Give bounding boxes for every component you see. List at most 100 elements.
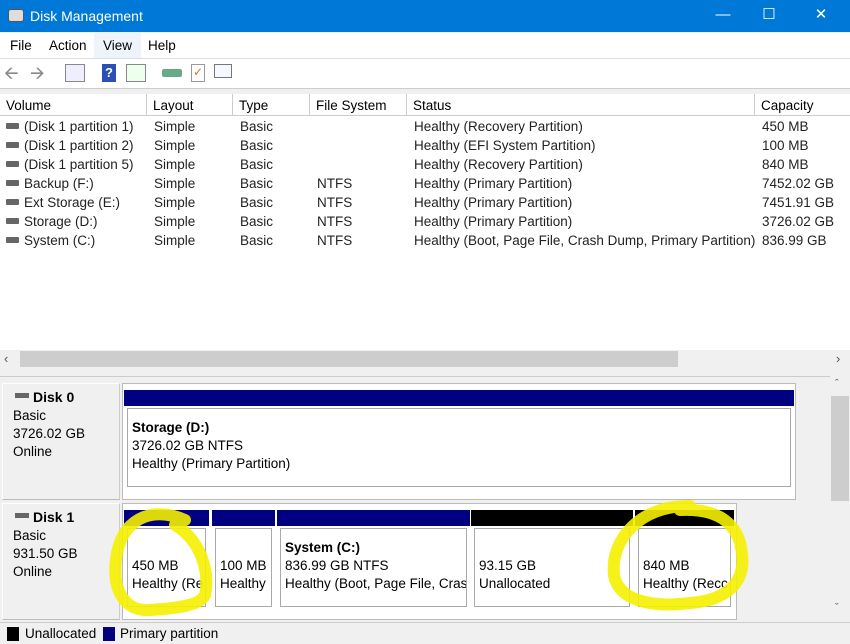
help-icon[interactable]: ? [102, 64, 116, 82]
disk-type: Basic [13, 528, 47, 543]
cell-layout: Simple [154, 119, 196, 134]
cell-capacity: 836.99 GB [762, 233, 827, 248]
scroll-left-icon[interactable]: ‹ [4, 351, 8, 366]
scrollbar-thumb[interactable] [831, 396, 849, 501]
scroll-down-icon[interactable]: ˇ [835, 602, 839, 614]
volume-icon [6, 161, 19, 167]
volume-icon [6, 142, 19, 148]
column-header-capacity[interactable]: Capacity [755, 94, 850, 116]
partition[interactable]: 840 MB Healthy (Recc [635, 510, 734, 609]
menu-bar: File Action View Help [0, 33, 850, 59]
back-icon[interactable]: 🡨 [4, 64, 24, 82]
volume-list: Volume Layout Type File System Status Ca… [0, 94, 850, 350]
disk-management-icon [8, 9, 24, 22]
close-button[interactable]: ✕ [798, 0, 844, 32]
partition-details: 840 MB Healthy (Recc [638, 528, 731, 607]
cell-volume: (Disk 1 partition 1) [24, 119, 134, 134]
cell-type: Basic [240, 195, 274, 210]
disk-1-label[interactable]: Disk 1 Basic 931.50 GB Online [2, 503, 120, 620]
column-header-file-system[interactable]: File System [310, 94, 407, 116]
column-header-volume[interactable]: Volume [0, 94, 147, 116]
cell-capacity: 7452.02 GB [762, 176, 835, 191]
partition-status: Healthy (Recc [643, 576, 728, 591]
cell-status: Healthy (Boot, Page File, Crash Dump, Pr… [414, 233, 756, 248]
partition-status: Healthy (Primary Partition) [132, 456, 291, 471]
scroll-right-icon[interactable]: › [836, 351, 840, 366]
partition-details: 100 MB Healthy [215, 528, 272, 607]
toolbar: 🡨 🡪 ? ✓ [0, 59, 850, 89]
partition-details: System (C:) 836.99 GB NTFS Healthy (Boot… [280, 528, 467, 607]
partition[interactable]: 450 MB Healthy (Re [124, 510, 209, 609]
cell-type: Basic [240, 176, 274, 191]
maximize-button[interactable]: ☐ [746, 0, 792, 32]
partition-bar [124, 510, 209, 526]
volume-icon [6, 237, 19, 243]
cell-volume: System (C:) [24, 233, 96, 248]
cell-status: Healthy (Primary Partition) [414, 214, 573, 229]
table-row[interactable]: (Disk 1 partition 5) Simple Basic Healthy (… [0, 156, 850, 175]
list-icon[interactable] [214, 64, 232, 78]
connect-icon[interactable] [162, 69, 182, 77]
forward-icon[interactable]: 🡪 [30, 64, 50, 82]
menu-help[interactable]: Help [148, 38, 176, 53]
partition[interactable]: 93.15 GB Unallocated [471, 510, 633, 609]
column-header-type[interactable]: Type [233, 94, 310, 116]
cell-layout: Simple [154, 138, 196, 153]
partition-status: Healthy (Re [132, 576, 204, 591]
cell-volume: Ext Storage (E:) [24, 195, 121, 210]
column-header-layout[interactable]: Layout [147, 94, 233, 116]
legend-swatch-primary [103, 627, 115, 641]
cell-volume: (Disk 1 partition 2) [24, 138, 134, 153]
disk-icon [15, 393, 29, 398]
column-header-status[interactable]: Status [407, 94, 755, 116]
cell-capacity: 7451.91 GB [762, 195, 835, 210]
table-row[interactable]: (Disk 1 partition 2) Simple Basic Healthy (… [0, 137, 850, 156]
properties-icon[interactable]: ✓ [191, 64, 205, 82]
disk-0-label[interactable]: Disk 0 Basic 3726.02 GB Online [2, 383, 120, 500]
cell-capacity: 450 MB [762, 119, 809, 134]
table-row[interactable]: Ext Storage (E:) Simple Basic NTFS Healthy (… [0, 194, 850, 213]
partition-status: Healthy (Boot, Page File, Crasl [285, 576, 467, 591]
cell-type: Basic [240, 119, 274, 134]
cell-volume: (Disk 1 partition 5) [24, 157, 134, 172]
partition-size: 840 MB [643, 558, 690, 573]
action-pane-icon[interactable] [126, 64, 146, 82]
disk-size: 931.50 GB [13, 546, 78, 561]
partition-size: 3726.02 GB NTFS [132, 438, 244, 453]
volume-icon [6, 199, 19, 205]
table-row[interactable]: (Disk 1 partition 1) Simple Basic Healthy (… [0, 118, 850, 137]
console-tree-icon[interactable] [65, 64, 85, 82]
vertical-scrollbar[interactable]: ˆ ˇ [830, 376, 850, 622]
partition-details: Storage (D:) 3726.02 GB NTFS Healthy (Pr… [127, 408, 791, 487]
cell-file-system: NTFS [317, 214, 353, 229]
scroll-up-icon[interactable]: ˆ [835, 378, 839, 390]
cell-status: Healthy (Primary Partition) [414, 195, 573, 210]
menu-file[interactable]: File [10, 38, 32, 53]
cell-volume: Backup (F:) [24, 176, 94, 191]
window-title: Disk Management [30, 8, 143, 24]
title-bar: Disk Management — ☐ ✕ [0, 0, 850, 32]
minimize-button[interactable]: — [700, 0, 746, 32]
partition[interactable]: 100 MB Healthy [212, 510, 275, 609]
legend-label-primary: Primary partition [120, 626, 219, 641]
partition-details: 93.15 GB Unallocated [474, 528, 630, 607]
disk-size: 3726.02 GB [13, 426, 86, 441]
partition-details: 450 MB Healthy (Re [127, 528, 206, 607]
cell-layout: Simple [154, 195, 196, 210]
table-row[interactable]: System (C:) Simple Basic NTFS Healthy (Boot,… [0, 232, 850, 251]
disk-graphical-view: Disk 0 Basic 3726.02 GB Online Storage (… [0, 376, 830, 622]
table-row[interactable]: Storage (D:) Simple Basic NTFS Healthy (Prim… [0, 213, 850, 232]
partition[interactable]: System (C:) 836.99 GB NTFS Healthy (Boot… [277, 510, 470, 609]
partition[interactable]: Storage (D:) 3726.02 GB NTFS Healthy (Pr… [124, 390, 794, 489]
partition-bar [212, 510, 275, 526]
menu-action[interactable]: Action [49, 38, 87, 53]
horizontal-scrollbar[interactable]: ‹ › [0, 350, 850, 368]
cell-file-system: NTFS [317, 176, 353, 191]
disk-status: Online [13, 564, 53, 579]
cell-type: Basic [240, 233, 274, 248]
scrollbar-thumb[interactable] [20, 351, 678, 367]
disk-type: Basic [13, 408, 47, 423]
cell-type: Basic [240, 157, 274, 172]
menu-view[interactable]: View [94, 33, 142, 58]
table-row[interactable]: Backup (F:) Simple Basic NTFS Healthy (Prima… [0, 175, 850, 194]
